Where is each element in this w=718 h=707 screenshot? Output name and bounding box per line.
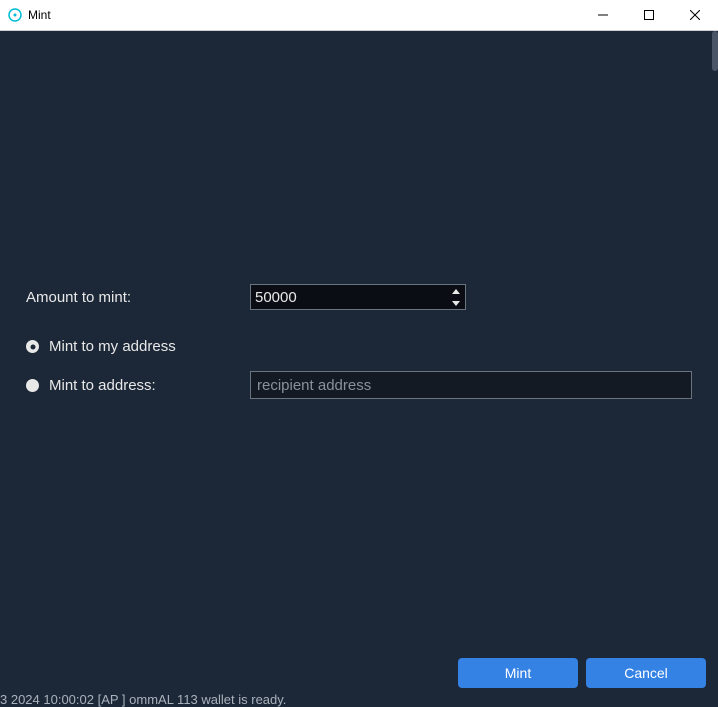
recipient-address-input[interactable] xyxy=(250,371,692,399)
status-bar-text: 3 2024 10:00:02 [AP ] ommAL 113 wallet i… xyxy=(0,692,286,707)
spinner-down-button[interactable] xyxy=(447,297,465,309)
mint-to-my-address-label: Mint to my address xyxy=(49,338,249,355)
mint-button[interactable]: Mint xyxy=(458,658,578,688)
window-controls xyxy=(580,0,718,30)
button-row: Mint Cancel xyxy=(458,658,706,688)
titlebar: Mint xyxy=(0,0,718,31)
close-button[interactable] xyxy=(672,0,718,30)
radio-unselected-icon xyxy=(26,379,39,392)
mint-to-my-address-option[interactable]: Mint to my address xyxy=(26,338,692,355)
amount-input-wrapper xyxy=(250,284,466,310)
maximize-button[interactable] xyxy=(626,0,672,30)
radio-selected-icon xyxy=(26,340,39,353)
content-area: Amount to mint: Mint to my address Mint … xyxy=(0,31,718,704)
app-icon xyxy=(8,8,22,22)
amount-label: Amount to mint: xyxy=(26,289,250,306)
mint-destination-group: Mint to my address Mint to address: xyxy=(26,338,692,399)
amount-input[interactable] xyxy=(250,284,466,310)
window-title: Mint xyxy=(28,8,580,22)
minimize-button[interactable] xyxy=(580,0,626,30)
amount-row: Amount to mint: xyxy=(26,284,692,310)
mint-to-address-option[interactable]: Mint to address: xyxy=(26,377,250,394)
mint-to-address-label: Mint to address: xyxy=(49,377,249,394)
cancel-button[interactable]: Cancel xyxy=(586,658,706,688)
spinner-buttons xyxy=(447,285,465,309)
spinner-up-button[interactable] xyxy=(447,285,465,297)
